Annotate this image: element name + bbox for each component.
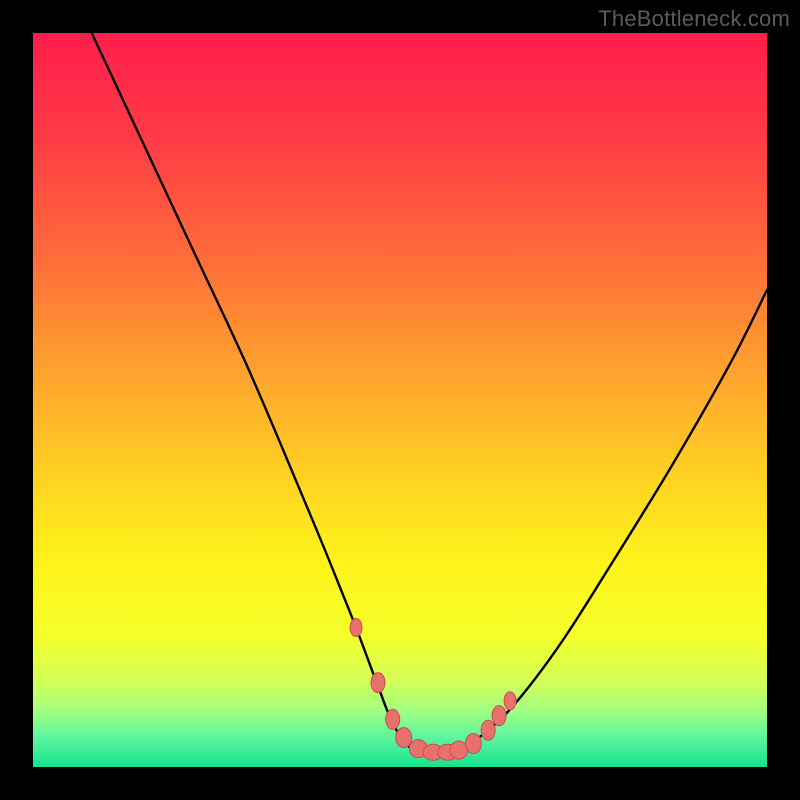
- valley-dot: [492, 706, 506, 726]
- chart-plot-area: [33, 33, 767, 767]
- valley-dot: [371, 673, 385, 693]
- chart-svg: [33, 33, 767, 767]
- watermark-text: TheBottleneck.com: [598, 6, 790, 32]
- valley-dots-group: [350, 619, 516, 761]
- valley-dot: [386, 709, 400, 729]
- chart-frame: TheBottleneck.com: [0, 0, 800, 800]
- valley-dot: [396, 728, 412, 748]
- valley-dot: [465, 734, 481, 754]
- valley-dot: [504, 692, 516, 710]
- bottleneck-curve: [92, 33, 767, 753]
- valley-dot: [481, 720, 495, 740]
- valley-dot: [350, 619, 362, 637]
